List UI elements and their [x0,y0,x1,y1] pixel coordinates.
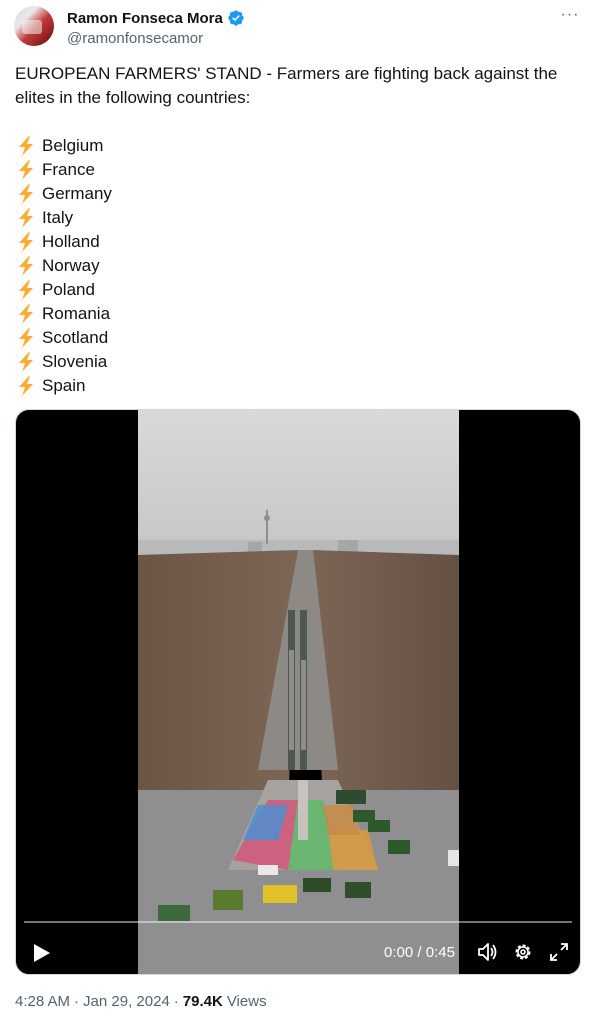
country-name: Scotland [42,328,109,347]
separator-dot: · [74,993,80,1010]
author-avatar[interactable] [14,6,54,46]
volume-icon[interactable] [476,941,498,963]
list-item: Poland [15,278,112,302]
lightning-bolt-icon [19,376,33,396]
current-time: 0:00 [384,944,414,961]
country-name: France [42,160,95,179]
list-item: Germany [15,182,112,206]
duration: 0:45 [425,944,455,961]
country-name: Poland [42,280,95,299]
list-item: Romania [15,302,112,326]
video-time: 0:00 / 0:45 [384,944,455,961]
lightning-bolt-icon [19,136,33,156]
video-frame[interactable] [138,410,459,975]
list-item: France [15,158,112,182]
video-player[interactable]: 0:00 / 0:45 [15,409,581,975]
video-progress-bar[interactable] [24,921,572,923]
country-name: Italy [42,208,74,227]
list-item: Slovenia [15,350,112,374]
time-separator: / [413,944,426,961]
lightning-bolt-icon [19,184,33,204]
country-name: Romania [42,304,111,323]
tweet-meta: 4:28 AM · Jan 29, 2024 · 79.4K Views [15,993,267,1010]
list-item: Norway [15,254,112,278]
lightning-bolt-icon [19,328,33,348]
country-name: Holland [42,232,100,251]
tweet-text: EUROPEAN FARMERS' STAND - Farmers are fi… [15,64,558,107]
list-item: Spain [15,374,112,398]
tweet-header: Ramon Fonseca Mora @ramonfonsecamor ··· [14,6,585,50]
list-item: Holland [15,230,112,254]
list-item: Belgium [15,134,112,158]
list-item: Scotland [15,326,112,350]
video-controls: 0:00 / 0:45 [16,935,580,971]
lightning-bolt-icon [19,352,33,372]
lightning-bolt-icon [19,280,33,300]
lightning-bolt-icon [19,304,33,324]
lightning-bolt-icon [19,160,33,180]
gear-icon[interactable] [512,941,534,963]
country-name: Belgium [42,136,104,155]
country-name: Norway [42,256,100,275]
country-name: Spain [42,376,86,395]
author-name-row: Ramon Fonseca Mora [67,9,245,27]
lightning-bolt-icon [19,256,33,276]
verified-badge-icon [228,10,244,26]
country-name: Germany [42,184,112,203]
fullscreen-icon[interactable] [548,941,570,963]
author-handle[interactable]: @ramonfonsecamor [67,30,203,47]
views-label: Views [226,993,267,1010]
play-icon[interactable] [30,942,52,964]
tweet-date[interactable]: Jan 29, 2024 [83,993,170,1010]
lightning-bolt-icon [19,232,33,252]
country-list: Belgium France Germany Italy Holland Nor… [15,134,112,398]
views-count[interactable]: 79.4K [183,993,223,1010]
separator-dot: · [173,993,179,1010]
tweet-time[interactable]: 4:28 AM [15,993,70,1010]
list-item: Italy [15,206,112,230]
more-options-icon[interactable]: ··· [559,7,581,28]
lightning-bolt-icon [19,208,33,228]
country-name: Slovenia [42,352,108,371]
author-display-name[interactable]: Ramon Fonseca Mora [67,10,223,27]
